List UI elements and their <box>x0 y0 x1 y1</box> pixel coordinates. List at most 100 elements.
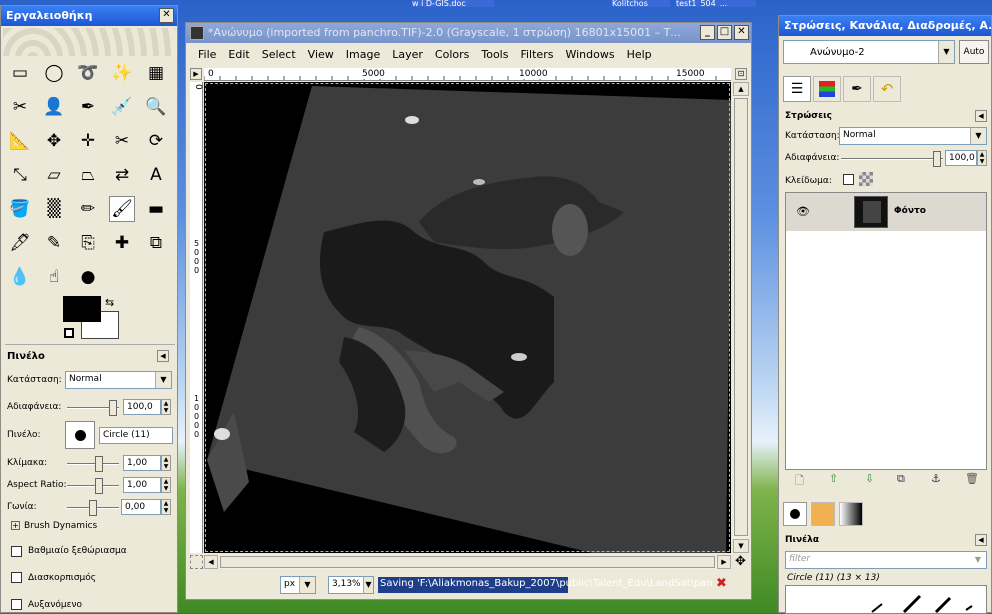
brush-preview-button[interactable] <box>65 421 95 449</box>
horizontal-scrollbar[interactable]: ◀ ▶ <box>204 555 731 569</box>
scale-input[interactable]: 1,00 <box>123 455 161 471</box>
swap-colors-icon[interactable]: ⇆ <box>105 296 114 309</box>
patterns-tab[interactable] <box>811 502 835 526</box>
anchor-layer-icon[interactable]: ⚓ <box>931 472 941 485</box>
eye-icon[interactable]: 👁 <box>796 205 810 218</box>
zoom-icon[interactable]: 🔍 <box>143 94 169 120</box>
fuzzy-select-icon[interactable]: ✨ <box>109 60 135 86</box>
horizontal-scroll-thumb[interactable] <box>220 556 715 568</box>
taskbar-item-test[interactable]: test1_504_... <box>676 0 756 7</box>
angle-slider[interactable] <box>67 500 119 516</box>
pencil-icon[interactable]: ✏ <box>75 196 101 222</box>
angle-input[interactable]: 0,00 <box>121 499 161 515</box>
gradients-tab[interactable] <box>839 502 863 526</box>
crop-icon[interactable]: ✂ <box>109 128 135 154</box>
layer-opacity-input[interactable]: 100,0 <box>945 150 977 166</box>
layer-opacity-slider[interactable] <box>841 151 943 167</box>
aspect-ratio-slider[interactable] <box>67 478 119 494</box>
menu-colors[interactable]: Colors <box>429 48 475 61</box>
maximize-icon[interactable]: □ <box>717 25 732 40</box>
paths-icon[interactable]: ✒ <box>75 94 101 120</box>
blend-icon[interactable]: ▒ <box>41 196 67 222</box>
flip-icon[interactable]: ⇄ <box>109 162 135 188</box>
layer-opacity-knob[interactable] <box>933 151 941 167</box>
vertical-scrollbar[interactable]: ▲ ▼ <box>733 82 749 553</box>
opacity-spin-button[interactable]: ▲ ▼ <box>161 399 171 415</box>
rotate-icon[interactable]: ⟳ <box>143 128 169 154</box>
menu-layer[interactable]: Layer <box>386 48 429 61</box>
brushes-tab[interactable] <box>783 502 807 526</box>
scale-icon[interactable]: ⤡ <box>7 162 33 188</box>
close-icon[interactable]: ✕ <box>734 25 749 40</box>
align-icon[interactable]: ✛ <box>75 128 101 154</box>
navigate-icon[interactable]: ✥ <box>735 555 746 569</box>
image-canvas[interactable] <box>204 82 731 553</box>
quick-mask-icon[interactable] <box>190 555 203 569</box>
tab-paths[interactable]: ✒ <box>843 76 871 102</box>
unit-select[interactable]: px ▼ <box>280 576 316 594</box>
incremental-checkbox[interactable] <box>11 599 22 610</box>
clone-icon[interactable]: ⎘ <box>75 230 101 256</box>
layer-name[interactable]: Φόντο <box>894 206 926 216</box>
default-colors-icon[interactable] <box>64 328 74 338</box>
measure-icon[interactable]: 📐 <box>7 128 33 154</box>
image-select[interactable]: Ανώνυμο-2 ▼ <box>783 40 955 64</box>
perspective-icon[interactable]: ⏢ <box>75 162 101 188</box>
opacity-input[interactable]: 100,0 <box>123 399 161 415</box>
angle-slider-knob[interactable] <box>89 500 97 516</box>
lasso-icon[interactable]: ➰ <box>75 60 101 86</box>
scale-slider-knob[interactable] <box>95 456 103 472</box>
menu-select[interactable]: Select <box>256 48 302 61</box>
zoom-select[interactable]: 3,13% ▼ <box>328 576 374 594</box>
color-select-icon[interactable]: ▦ <box>143 60 169 86</box>
tab-layers[interactable]: ☰ <box>783 76 811 102</box>
opacity-slider-knob[interactable] <box>109 400 117 416</box>
perspective-clone-icon[interactable]: ⧉ <box>143 230 169 256</box>
angle-spin-button[interactable]: ▲ ▼ <box>161 499 171 515</box>
mode-select[interactable]: Normal ▼ <box>65 371 172 389</box>
vertical-scroll-thumb[interactable] <box>734 98 748 536</box>
bucket-fill-icon[interactable]: 🪣 <box>7 196 33 222</box>
menu-filters[interactable]: Filters <box>514 48 559 61</box>
smudge-icon[interactable]: ☝ <box>41 264 67 290</box>
taskbar-item-doc[interactable]: w i D-GIS.doc <box>412 0 494 7</box>
tab-channels[interactable] <box>813 76 841 102</box>
airbrush-icon[interactable]: 🖋 <box>7 230 33 256</box>
brush-dynamics-expander[interactable]: + Brush Dynamics <box>11 521 97 531</box>
foreground-select-icon[interactable]: 👤 <box>41 94 67 120</box>
layer-row[interactable]: 👁 Φόντο <box>786 193 986 231</box>
scissors-icon[interactable]: ✂ <box>7 94 33 120</box>
brush-name-field[interactable]: Circle (11) <box>99 427 173 444</box>
ellipse-select-icon[interactable]: ◯ <box>41 60 67 86</box>
new-layer-icon[interactable]: 🗋 <box>795 472 804 491</box>
jitter-checkbox[interactable] <box>11 572 22 583</box>
paintbrush-icon[interactable]: 🖌 <box>109 196 135 222</box>
blur-icon[interactable]: 💧 <box>7 264 33 290</box>
dodge-burn-icon[interactable]: ● <box>75 264 101 290</box>
aspect-ratio-input[interactable]: 1,00 <box>123 477 161 493</box>
close-icon[interactable]: ✕ <box>159 8 174 23</box>
menu-image[interactable]: Image <box>340 48 386 61</box>
lock-alpha-checkbox[interactable] <box>843 174 854 185</box>
shear-icon[interactable]: ▱ <box>41 162 67 188</box>
cancel-icon[interactable]: ✖ <box>716 576 727 591</box>
layer-opacity-spin[interactable]: ▲ ▼ <box>977 150 987 166</box>
brush-grid[interactable] <box>785 585 987 614</box>
brushes-menu-icon[interactable]: ◀ <box>975 534 987 546</box>
opacity-slider[interactable] <box>67 400 119 416</box>
minimize-icon[interactable]: _ <box>700 25 715 40</box>
options-menu-icon[interactable]: ◀ <box>157 350 169 362</box>
layers-menu-icon[interactable]: ◀ <box>975 110 987 122</box>
delete-layer-icon[interactable]: 🗑 <box>965 472 979 485</box>
menu-file[interactable]: File <box>192 48 222 61</box>
zoom-fit-icon[interactable]: ⊡ <box>735 68 747 80</box>
menu-arrow-button[interactable]: ▶ <box>190 68 202 80</box>
menu-help[interactable]: Help <box>621 48 658 61</box>
move-icon[interactable]: ✥ <box>41 128 67 154</box>
scale-spin-button[interactable]: ▲ ▼ <box>161 455 171 471</box>
menu-tools[interactable]: Tools <box>475 48 514 61</box>
menu-windows[interactable]: Windows <box>559 48 620 61</box>
rect-select-icon[interactable]: ▭ <box>7 60 33 86</box>
auto-button[interactable]: Auto <box>959 40 989 64</box>
scale-slider[interactable] <box>67 456 119 472</box>
